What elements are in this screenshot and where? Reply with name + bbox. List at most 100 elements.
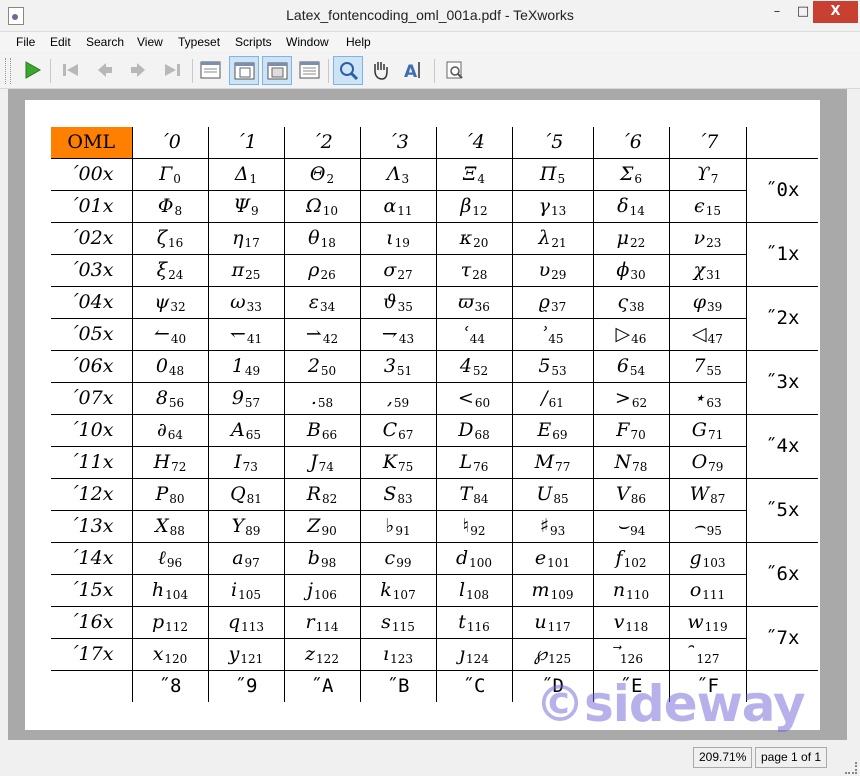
row-header: ´02x [51,222,132,255]
glyph-symbol: μ [616,226,630,249]
glyph-code: 46 [631,331,647,346]
glyph-code: 63 [706,395,722,410]
table-row: ´02x ζ16 η17 θ18 ι19 κ20 λ21 μ22 ν23 ˝1x [51,222,818,287]
glyph-code: 15 [705,203,721,218]
hex-group-label: ˝3x [745,350,818,415]
table-row: ´05x ↼40 ↽41 ⇀42 ⇁43 ʿ44 ʾ45 ▷46 ◁47 [51,318,818,351]
table-row: ´15x h104 i105 j106 k107 l108 m109 n110 o111 [51,574,818,607]
menu-search[interactable]: Search [86,35,124,49]
glyph-symbol: t [458,610,466,633]
glyph-code: 78 [632,459,648,474]
glyph-code: 125 [548,651,572,666]
glyph-cell: g103 [668,542,746,575]
glyph-code: 57 [244,395,261,410]
glyph-symbol: ♭ [385,514,395,537]
last-page-button[interactable] [158,56,188,85]
glyph-code: 28 [472,267,488,282]
table-row: ´16x p112 q113 r114 s115 t116 u117 v118 w119 ˝7x [51,606,818,671]
glyph-symbol: β [460,194,472,217]
glyph-cell: i105 [207,574,284,607]
first-page-button[interactable] [56,56,86,85]
row-header: ´13x [51,510,132,543]
menu-window[interactable]: Window [286,35,329,49]
glyph-symbol: θ [308,226,320,249]
glyph-code: 106 [314,587,337,602]
table-row: ´12x P80 Q81 R82 S83 T84 U85 V86 W87 ˝5x [51,478,818,543]
glyph-code: 98 [320,555,337,570]
menu-typeset[interactable]: Typeset [178,35,220,49]
glyph-symbol: v [613,610,625,633]
minimize-button[interactable]: – [764,1,790,23]
glyph-cell: ◁47 [668,318,746,351]
glyph-code: 41 [246,331,263,346]
fit-window-button[interactable] [262,56,292,85]
row-header: ´14x [51,542,132,575]
resize-grip[interactable] [845,762,857,774]
menu-file[interactable]: File [16,35,35,49]
menu-help[interactable]: Help [346,35,371,49]
glyph-code: 66 [321,427,338,442]
glyph-code: 32 [170,299,186,314]
glyph-cell: τ28 [435,254,512,287]
menu-scripts[interactable]: Scripts [235,35,272,49]
glyph-cell: a97 [207,542,284,575]
glyph-cell: F70 [592,414,669,447]
toolbar-separator [434,59,435,83]
glyph-cell: w119 [668,606,746,639]
glyph-symbol: I [234,450,242,473]
scroll-tool-button[interactable] [366,56,396,85]
glyph-cell: ♯93 [511,510,593,543]
pdf-viewer[interactable]: OML ´0 ´1 ´2 ´3 ´4 ´5 ´6 ´7 ´00x Γ0 Δ1 Θ2 Λ3 Ξ4 Π5 Σ6 ϒ7 ˝… [8,89,847,740]
hex-group-label: ˝4x [745,414,818,479]
page-indicator[interactable]: page 1 of 1 [755,747,828,768]
select-image-tool-button[interactable] [440,56,470,85]
zoom-level[interactable]: 209.71% [693,747,753,768]
glyph-code: 13 [551,203,567,218]
glyph-code: 117 [547,619,571,634]
glyph-cell: c99 [359,542,436,575]
glyph-cell: ℓ96 [131,542,208,575]
previous-page-button[interactable] [90,56,120,85]
typeset-button[interactable] [18,56,48,85]
glyph-symbol: Z [307,514,321,537]
glyph-code: 55 [706,363,722,378]
row-header: ´06x [51,350,132,383]
glyph-cell: Λ3 [359,158,436,191]
glyph-cell: ȷ124 [435,638,512,671]
glyph-code: 122 [316,651,339,666]
glyph-code: 72 [171,459,187,474]
actual-size-button[interactable] [196,56,226,85]
row-header: ´04x [51,286,132,319]
menu-edit[interactable]: Edit [50,35,71,49]
column-header: ´4 [435,127,512,159]
glyph-code: 124 [466,651,489,666]
glyph-symbol: φ [692,290,707,313]
glyph-symbol: ϑ [383,290,397,313]
close-button[interactable]: X [813,1,858,23]
glyph-cell: U85 [511,478,593,511]
glyph-symbol: ς [617,290,629,313]
glyph-cell: T84 [435,478,512,511]
column-header: ´1 [207,127,284,159]
glyph-cell: Σ6 [592,158,669,191]
glyph-cell: n110 [592,574,669,607]
menu-view[interactable]: View [137,35,163,49]
glyph-symbol: e [534,546,547,569]
toolbar-grip[interactable] [5,58,11,84]
glyph-cell: Γ0 [131,158,208,191]
glyph-cell: ⌣94 [592,510,669,543]
glyph-cell: f102 [592,542,669,575]
glyph-cell: ♮92 [435,510,512,543]
glyph-cell: A65 [207,414,284,447]
fit-width-button[interactable] [229,56,259,85]
column-header: ´2 [283,127,360,159]
glyph-symbol: 7 [693,354,706,377]
select-text-tool-button[interactable]: A [399,56,429,85]
glyph-code: 102 [623,555,647,570]
glyph-cell: L76 [435,446,512,479]
next-page-button[interactable] [124,56,154,85]
glyph-cell: ʾ45 [511,318,593,351]
continuous-scroll-button[interactable] [295,56,325,85]
magnify-tool-button[interactable] [333,56,363,85]
glyph-code: 116 [466,619,490,634]
